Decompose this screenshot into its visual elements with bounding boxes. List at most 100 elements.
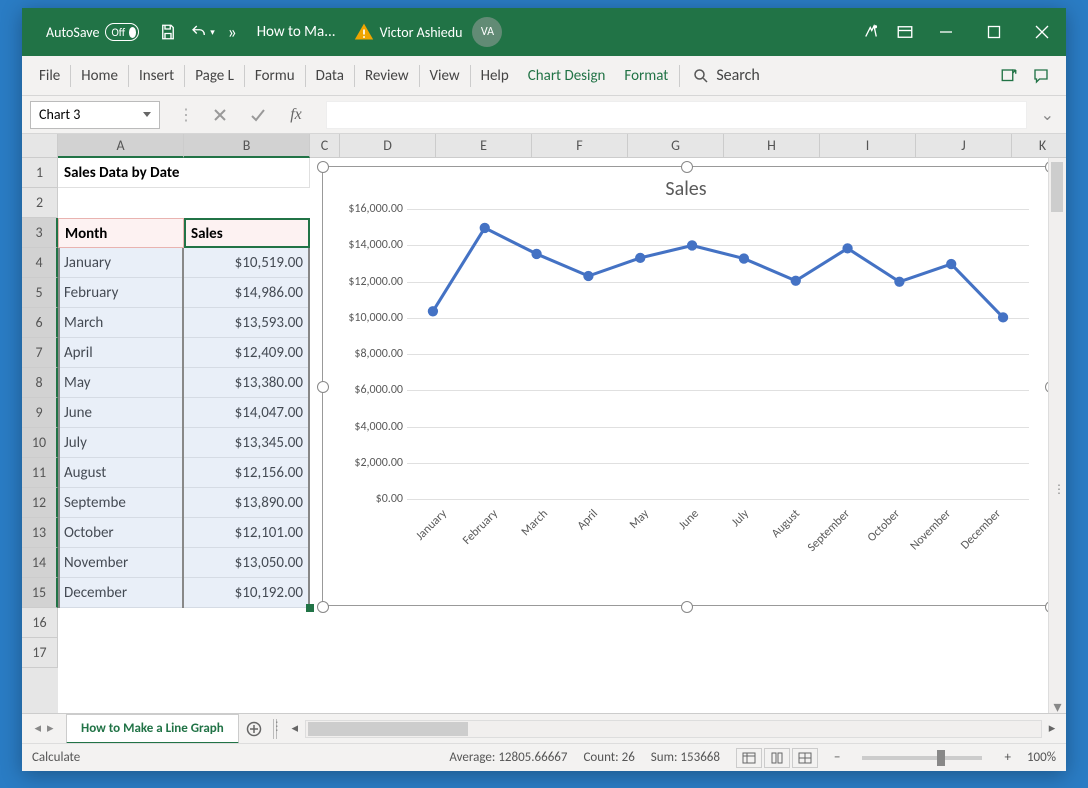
page-break-view-button[interactable] xyxy=(792,748,818,768)
col-header-E[interactable]: E xyxy=(436,134,532,158)
cell-B3[interactable]: Sales xyxy=(184,218,310,248)
col-header-H[interactable]: H xyxy=(724,134,820,158)
cell-B10[interactable]: $13,345.00 xyxy=(184,428,310,458)
hscroll-thumb[interactable] xyxy=(308,722,468,736)
cell-A11[interactable]: August xyxy=(58,458,184,488)
share-icon[interactable] xyxy=(998,65,1020,87)
cell-A13[interactable]: October xyxy=(58,518,184,548)
cell-B9[interactable]: $14,047.00 xyxy=(184,398,310,428)
row-header-13[interactable]: 13 xyxy=(22,518,58,548)
row-header-7[interactable]: 7 xyxy=(22,338,58,368)
row-header-3[interactable]: 3 xyxy=(22,218,58,248)
formula-bar[interactable] xyxy=(326,101,1027,129)
sheet-nav[interactable]: ◂▸ xyxy=(22,721,66,736)
cell-B4[interactable]: $10,519.00 xyxy=(184,248,310,278)
col-header-F[interactable]: F xyxy=(532,134,628,158)
zoom-value[interactable]: 100% xyxy=(1027,750,1056,765)
name-box[interactable]: Chart 3 xyxy=(30,101,160,129)
tab-split-handle[interactable] xyxy=(273,719,277,739)
col-header-B[interactable]: B xyxy=(184,134,310,158)
tell-me-search[interactable]: Search xyxy=(682,66,770,85)
cell-A9[interactable]: June xyxy=(58,398,184,428)
row-header-15[interactable]: 15 xyxy=(22,578,58,608)
embedded-chart[interactable]: Sales$0.00$2,000.00$4,000.00$6,000.00$8,… xyxy=(322,166,1050,606)
cell-A8[interactable]: May xyxy=(58,368,184,398)
cell-B7[interactable]: $12,409.00 xyxy=(184,338,310,368)
cell-A14[interactable]: November xyxy=(58,548,184,578)
ribbon-tab-file[interactable]: File xyxy=(30,59,69,93)
hscroll-right-icon[interactable]: ▸ xyxy=(1042,720,1062,738)
fx-icon[interactable]: fx xyxy=(284,103,308,127)
cell-B6[interactable]: $13,593.00 xyxy=(184,308,310,338)
worksheet-grid[interactable]: ABCDEFGHIJK 1234567891011121314151617 Sa… xyxy=(22,134,1066,713)
col-header-C[interactable]: C xyxy=(310,134,340,158)
cell-A5[interactable]: February xyxy=(58,278,184,308)
cell-A10[interactable]: July xyxy=(58,428,184,458)
page-layout-view-button[interactable] xyxy=(764,748,790,768)
row-header-2[interactable]: 2 xyxy=(22,188,58,218)
cell-B8[interactable]: $13,380.00 xyxy=(184,368,310,398)
ribbon-tab-chart-design[interactable]: Chart Design xyxy=(519,59,615,93)
select-all-corner[interactable] xyxy=(22,134,58,158)
ribbon-mode-icon[interactable] xyxy=(888,8,922,56)
cell-A1[interactable]: Sales Data by Date xyxy=(58,158,310,188)
cancel-formula-icon[interactable] xyxy=(208,103,232,127)
vscroll-thumb[interactable] xyxy=(1051,162,1063,212)
autosave-toggle[interactable]: AutoSave Off xyxy=(22,23,151,41)
cell-A6[interactable]: March xyxy=(58,308,184,338)
col-header-D[interactable]: D xyxy=(340,134,436,158)
row-header-10[interactable]: 10 xyxy=(22,428,58,458)
column-headers[interactable]: ABCDEFGHIJK xyxy=(58,134,1066,158)
coming-soon-icon[interactable] xyxy=(854,8,888,56)
col-header-A[interactable]: A xyxy=(58,134,184,158)
ribbon-tab-review[interactable]: Review xyxy=(356,59,418,93)
row-header-5[interactable]: 5 xyxy=(22,278,58,308)
cell-A3[interactable]: Month xyxy=(58,218,184,248)
row-header-11[interactable]: 11 xyxy=(22,458,58,488)
cell-B12[interactable]: $13,890.00 xyxy=(184,488,310,518)
col-header-K[interactable]: K xyxy=(1012,134,1066,158)
vertical-scrollbar[interactable]: ▴ ⋮ ▾ xyxy=(1048,158,1066,713)
cell-A4[interactable]: January xyxy=(58,248,184,278)
row-header-14[interactable]: 14 xyxy=(22,548,58,578)
row-headers[interactable]: 1234567891011121314151617 xyxy=(22,158,58,713)
row-header-8[interactable]: 8 xyxy=(22,368,58,398)
chart-plot-area[interactable]: $0.00$2,000.00$4,000.00$6,000.00$8,000.0… xyxy=(407,209,1029,499)
ribbon-tab-format[interactable]: Format xyxy=(615,59,677,93)
cells-area[interactable]: Sales Data by Date MonthSalesJanuary$10,5… xyxy=(58,158,1066,713)
cell-B15[interactable]: $10,192.00 xyxy=(184,578,310,608)
cell-B13[interactable]: $12,101.00 xyxy=(184,518,310,548)
cell-B14[interactable]: $13,050.00 xyxy=(184,548,310,578)
cell-A15[interactable]: December xyxy=(58,578,184,608)
maximize-button[interactable] xyxy=(970,8,1018,56)
hscroll-left-icon[interactable]: ◂ xyxy=(285,720,305,738)
undo-icon[interactable]: ▾ xyxy=(185,8,219,56)
row-header-6[interactable]: 6 xyxy=(22,308,58,338)
ribbon-tab-page-l[interactable]: Page L xyxy=(186,59,243,93)
cell-A7[interactable]: April xyxy=(58,338,184,368)
row-header-4[interactable]: 4 xyxy=(22,248,58,278)
zoom-in-button[interactable]: + xyxy=(1004,750,1010,765)
sheet-tab-active[interactable]: How to Make a Line Graph xyxy=(66,714,239,744)
row-header-12[interactable]: 12 xyxy=(22,488,58,518)
row-header-9[interactable]: 9 xyxy=(22,398,58,428)
row-header-16[interactable]: 16 xyxy=(22,608,58,638)
horizontal-scrollbar[interactable]: ◂ ▸ xyxy=(281,720,1066,738)
col-header-J[interactable]: J xyxy=(916,134,1012,158)
comments-icon[interactable] xyxy=(1030,65,1052,87)
cell-B5[interactable]: $14,986.00 xyxy=(184,278,310,308)
ribbon-tab-data[interactable]: Data xyxy=(307,59,353,93)
new-sheet-button[interactable] xyxy=(239,721,269,737)
col-header-G[interactable]: G xyxy=(628,134,724,158)
col-header-I[interactable]: I xyxy=(820,134,916,158)
ribbon-tab-formu[interactable]: Formu xyxy=(246,59,304,93)
ribbon-tab-view[interactable]: View xyxy=(421,59,469,93)
close-button[interactable] xyxy=(1018,8,1066,56)
row-header-17[interactable]: 17 xyxy=(22,638,58,668)
qat-more-icon[interactable]: » xyxy=(219,21,244,43)
save-icon[interactable] xyxy=(151,8,185,56)
username[interactable]: Victor Ashiedu xyxy=(380,24,463,41)
minimize-button[interactable] xyxy=(922,8,970,56)
formula-expand-icon[interactable]: ⌄ xyxy=(1037,105,1058,125)
cell-B11[interactable]: $12,156.00 xyxy=(184,458,310,488)
